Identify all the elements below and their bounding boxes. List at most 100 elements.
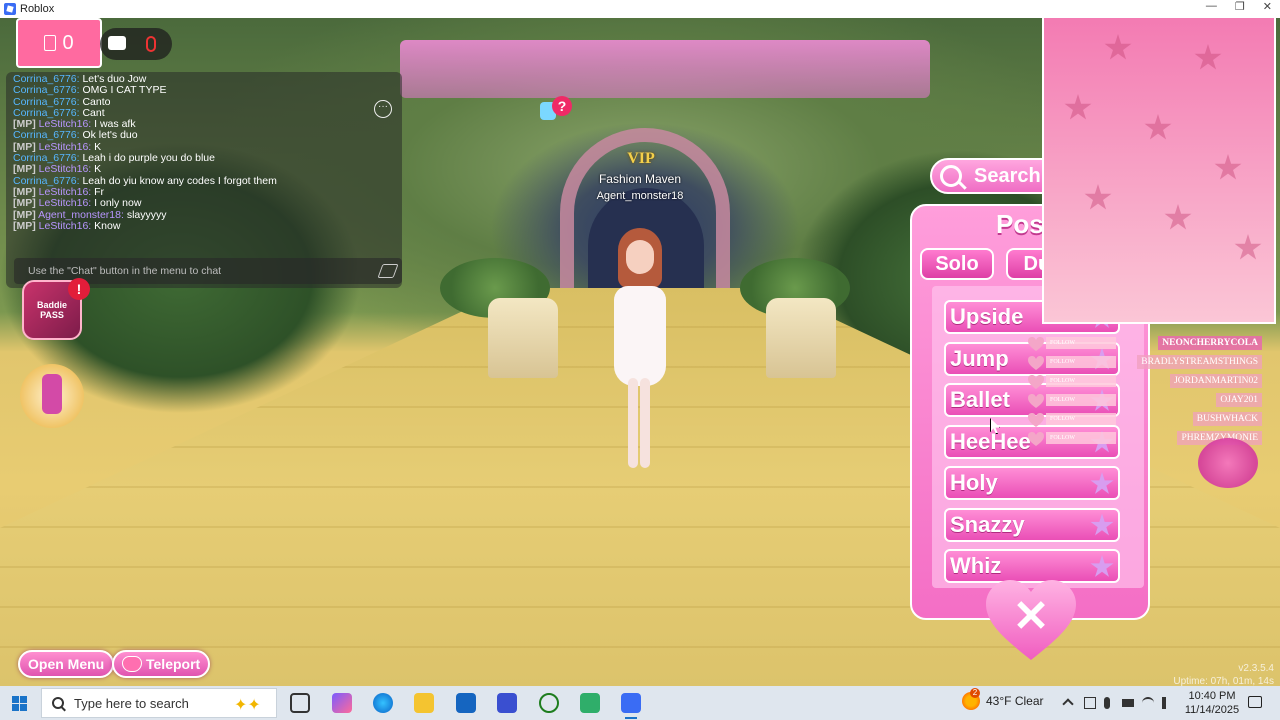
leaderboard-row: FOLLOW JORDANMARTIN02	[1026, 372, 1262, 391]
favorite-star-icon[interactable]	[1090, 513, 1114, 536]
battery-icon[interactable]	[1122, 699, 1134, 707]
chat-username[interactable]: Corrina_6776:	[13, 108, 80, 119]
pose-item[interactable]: Snazzy	[944, 507, 1120, 542]
chat-panel: Corrina_6776: Let's duo Jow Corrina_6776:…	[6, 72, 402, 288]
open-menu-button[interactable]: Open Menu	[18, 650, 115, 678]
chat-username[interactable]: LeStitch16:	[39, 119, 92, 130]
chat-username[interactable]: Corrina_6776:	[13, 176, 80, 187]
weather-widget[interactable]: 2 43°F Clear	[962, 688, 1044, 710]
player-avatar	[600, 228, 680, 478]
follow-button[interactable]: FOLLOW	[1046, 337, 1116, 349]
xbox-icon[interactable]	[539, 693, 559, 713]
app-icon[interactable]	[580, 693, 600, 713]
chat-tag: [MP]	[13, 186, 36, 198]
chat-text: Let's duo Jow	[82, 74, 147, 85]
teleport-button[interactable]: Teleport	[112, 650, 211, 678]
scenery-pillar	[488, 298, 558, 378]
roblox-taskbar-icon[interactable]	[621, 693, 641, 719]
chat-message: [MP] LeStitch16: I only now	[13, 198, 393, 209]
taskbar-search-input[interactable]	[74, 695, 224, 711]
chat-username[interactable]: LeStitch16:	[39, 142, 92, 153]
chat-tag: [MP]	[13, 220, 36, 232]
chat-message: [MP] LeStitch16: K	[13, 142, 393, 153]
chat-tag: [MP]	[13, 198, 36, 210]
leaderboard-row: FOLLOW BRADLYSTREAMSTHINGS	[1026, 353, 1262, 372]
chat-username[interactable]: Corrina_6776:	[13, 85, 80, 96]
pose-item[interactable]: Whiz	[944, 549, 1120, 583]
emote-help-icon[interactable]: ?	[536, 96, 572, 122]
chat-message: [MP] Agent_monster18: slayyyyy	[13, 210, 393, 221]
pose-label: Snazzy	[950, 511, 1025, 537]
microphone-icon[interactable]	[146, 36, 156, 52]
pose-label: Upside	[950, 304, 1024, 329]
window-controls: — ❐ ✕	[1206, 0, 1272, 13]
outlook-icon[interactable]	[456, 693, 476, 713]
wifi-icon[interactable]	[1142, 697, 1154, 709]
star-icon	[1084, 184, 1112, 210]
chat-username[interactable]: Corrina_6776:	[13, 153, 80, 164]
outfit-gift-icon[interactable]	[20, 364, 84, 428]
windows-start-icon[interactable]	[12, 696, 27, 711]
restore-button[interactable]: ❐	[1235, 0, 1245, 13]
chat-toggle-icon[interactable]	[108, 36, 126, 50]
star-icon	[1164, 204, 1192, 230]
chat-username[interactable]: LeStitch16:	[39, 221, 92, 232]
chat-more-icon[interactable]: ···	[374, 100, 392, 118]
task-view-icon[interactable]	[290, 693, 310, 713]
microphone-tray-icon[interactable]	[1104, 697, 1110, 709]
leaderboard-name: OJAY201	[1216, 393, 1262, 407]
sparkle-icon: ✦✦	[234, 697, 261, 714]
search-icon	[940, 165, 962, 187]
favorite-star-icon[interactable]	[1090, 472, 1114, 494]
chat-message: [MP] LeStitch16: I was afk	[13, 119, 393, 130]
taskbar-search[interactable]: ✦✦	[41, 688, 277, 718]
chat-text: Leah do yiu know any codes I forgot them	[82, 175, 277, 187]
chat-username[interactable]: LeStitch16:	[39, 164, 92, 175]
pose-label: Holy	[950, 470, 998, 495]
clock-date: 11/14/2025	[1184, 704, 1240, 716]
close-poses-button[interactable]: ✕	[986, 580, 1076, 662]
chat-username[interactable]: Corrina_6776:	[13, 130, 80, 141]
currency-counter[interactable]: 0	[16, 18, 102, 68]
edge-browser-icon[interactable]	[373, 693, 393, 713]
copilot-icon[interactable]	[332, 693, 352, 713]
file-explorer-icon[interactable]	[414, 693, 434, 713]
pose-item[interactable]: Holy	[944, 466, 1120, 500]
tab-solo[interactable]: Solo	[920, 248, 994, 280]
app-icon[interactable]	[497, 693, 517, 713]
clock-time: 10:40 PM	[1188, 690, 1236, 702]
roblox-app-icon	[4, 3, 16, 15]
chat-username[interactable]: LeStitch16:	[39, 198, 92, 209]
weather-icon: 2	[962, 688, 980, 710]
tray-app-icon[interactable]	[1084, 697, 1096, 709]
follow-button[interactable]: FOLLOW	[1046, 432, 1116, 444]
pose-search-field[interactable]: Search	[930, 158, 1050, 194]
follow-button[interactable]: FOLLOW	[1046, 413, 1116, 425]
chat-message: Corrina_6776: Leah i do purple you do bl…	[13, 153, 393, 164]
follow-button[interactable]: FOLLOW	[1046, 356, 1116, 368]
weather-temp: 43°F	[986, 694, 1012, 708]
close-window-button[interactable]: ✕	[1263, 0, 1272, 13]
chat-text: Ok let's duo	[82, 130, 138, 142]
chat-username[interactable]: LeStitch16:	[39, 187, 92, 198]
avatar-leg	[640, 378, 650, 468]
volume-icon[interactable]	[1162, 697, 1174, 709]
follow-button[interactable]: FOLLOW	[1046, 394, 1116, 406]
chat-username[interactable]: Corrina_6776:	[13, 97, 80, 108]
follow-button[interactable]: FOLLOW	[1046, 375, 1116, 387]
chat-username[interactable]: Corrina_6776:	[13, 74, 80, 85]
favorite-star-icon[interactable]	[1090, 555, 1114, 577]
taskbar-clock[interactable]: 10:40 PM 11/14/2025	[1180, 689, 1244, 717]
currency-icon	[44, 35, 57, 51]
star-icon	[1144, 114, 1172, 140]
chat-username[interactable]: Agent_monster18:	[38, 210, 124, 221]
minimize-button[interactable]: —	[1206, 0, 1217, 13]
weather-condition: Clear	[1014, 694, 1044, 708]
alert-badge: !	[68, 278, 90, 300]
leaderboard-name: NEONCHERRYCOLA	[1158, 336, 1262, 350]
game-viewport[interactable]: VIP Fashion Maven Agent_monster18 ? 0 Co…	[0, 18, 1280, 686]
pose-label: Ballet	[950, 387, 1010, 412]
tray-overflow-icon[interactable]	[1062, 698, 1074, 710]
notification-icon[interactable]	[1248, 696, 1262, 708]
chat-message: [MP] LeStitch16: Fr	[13, 187, 393, 198]
